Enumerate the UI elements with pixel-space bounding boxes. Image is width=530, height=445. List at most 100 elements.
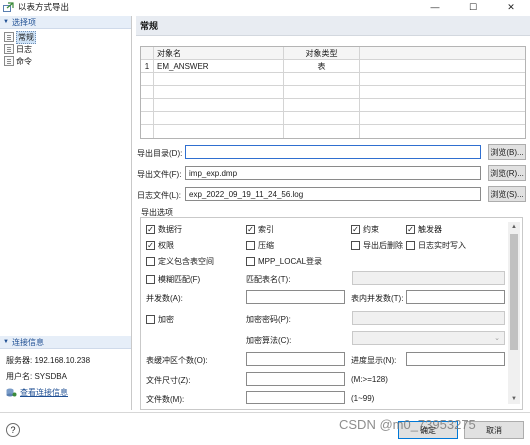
file-count-label: 文件数(M): (146, 395, 185, 404)
scroll-up-icon[interactable]: ▲ (508, 222, 520, 232)
close-button[interactable]: ✕ (492, 0, 530, 14)
checkbox-encrypt[interactable]: 加密 (146, 314, 174, 325)
progress-label: 进度显示(N): (351, 356, 397, 365)
view-connection-link[interactable]: 查看连接信息 (20, 387, 68, 398)
table-row[interactable]: 1 EM_ANSWER 表 (141, 60, 525, 73)
scroll-down-icon[interactable]: ▼ (508, 394, 520, 404)
checkbox-index[interactable]: ✓ 索引 (246, 224, 274, 235)
row-number: 1 (144, 62, 150, 71)
progress-input[interactable] (406, 352, 505, 366)
checkbox-label: MPP_LOCAL登录 (258, 257, 323, 266)
column-header-type[interactable]: 对象类型 (285, 47, 358, 60)
checkbox-fuzzy[interactable]: 模糊匹配(F) (146, 274, 200, 285)
log-file-input[interactable]: exp_2022_09_19_11_24_56.log (185, 187, 481, 201)
match-table-label: 匹配表名(T): (246, 275, 291, 284)
checkbox-label: 导出后删除 (363, 241, 403, 250)
database-icon (6, 388, 17, 397)
file-count-input[interactable] (246, 391, 345, 404)
table-row[interactable] (141, 99, 525, 112)
chevron-down-icon: ⌄ (494, 335, 500, 342)
scroll-thumb[interactable] (510, 234, 518, 350)
checkbox-compress[interactable]: 压缩 (246, 240, 274, 251)
watermark: CSDN @m0_73953275 (339, 417, 476, 432)
page-icon (4, 56, 14, 66)
parallel-input[interactable] (246, 290, 345, 304)
browse-dir-button[interactable]: 浏览(B)... (488, 144, 526, 160)
checkbox-box[interactable] (246, 257, 255, 266)
conn-section-header[interactable]: ▼ 连接信息 (0, 336, 131, 349)
checkbox-box[interactable]: ✓ (246, 225, 255, 234)
checkbox-trigger[interactable]: ✓ 触发器 (406, 224, 442, 235)
encrypt-password-input[interactable] (352, 311, 505, 325)
checkbox-log-realtime[interactable]: 日志实时写入 (406, 240, 466, 251)
browse-log-button[interactable]: 浏览(S)... (488, 186, 526, 202)
nav-item-label: 命令 (16, 56, 32, 66)
maximize-button[interactable]: ☐ (454, 0, 492, 14)
encrypt-password-label: 加密密码(P): (246, 315, 291, 324)
nav-item-command[interactable]: 命令 (0, 55, 131, 67)
checkbox-box[interactable] (406, 241, 415, 250)
log-file-label: 日志文件(L): (137, 191, 181, 200)
checkbox-drop-after[interactable]: 导出后删除 (351, 240, 403, 251)
nav-item-log[interactable]: 日志 (0, 43, 131, 55)
connection-info: ▼ 连接信息 服务器: 192.168.10.238 用户名: SYSDBA 查… (0, 336, 131, 400)
checkbox-box[interactable] (146, 275, 155, 284)
server-info: 服务器: 192.168.10.238 (6, 355, 91, 365)
checkbox-box[interactable] (351, 241, 360, 250)
column-divider (283, 47, 284, 138)
export-dir-input[interactable] (185, 145, 481, 159)
checkbox-grant[interactable]: ✓ 权限 (146, 240, 174, 251)
file-size-label: 文件尺寸(Z): (146, 376, 191, 385)
browse-file-button[interactable]: 浏览(R)... (488, 165, 526, 181)
encrypt-algorithm-label: 加密算法(C): (246, 336, 292, 345)
window-title: 以表方式导出 (18, 2, 70, 12)
checkbox-data-rows[interactable]: ✓ 数据行 (146, 224, 182, 235)
column-header-name[interactable]: 对象名 (155, 47, 283, 60)
checkbox-label: 权限 (158, 241, 174, 250)
help-icon[interactable]: ? (6, 423, 20, 437)
checkbox-mpp-local[interactable]: MPP_LOCAL登录 (246, 256, 322, 267)
collapse-arrow-icon[interactable]: ▼ (3, 19, 9, 25)
checkbox-box[interactable] (146, 257, 155, 266)
encrypt-algorithm-select[interactable]: ⌄ (352, 331, 505, 345)
table-parallel-input[interactable] (406, 290, 505, 304)
checkbox-box[interactable] (146, 315, 155, 324)
table-parallel-label: 表内并发数(T): (351, 294, 404, 303)
checkbox-box[interactable]: ✓ (406, 225, 415, 234)
export-file-input[interactable]: imp_exp.dmp (185, 166, 481, 180)
table-row[interactable] (141, 125, 525, 138)
nav-item-label: 日志 (16, 44, 32, 54)
checkbox-constraint[interactable]: ✓ 约束 (351, 224, 379, 235)
page-icon (4, 32, 14, 42)
table-row[interactable] (141, 73, 525, 86)
checkbox-box[interactable]: ✓ (146, 241, 155, 250)
export-file-label: 导出文件(F): (137, 170, 182, 179)
options-scrollbar[interactable]: ▲ ▼ (508, 222, 520, 404)
object-name-cell[interactable]: EM_ANSWER (155, 60, 283, 73)
buffer-count-input[interactable] (246, 352, 345, 366)
minimize-button[interactable]: — (416, 0, 454, 14)
file-size-input[interactable] (246, 372, 345, 386)
export-dir-label: 导出目录(D): (137, 149, 183, 158)
buffer-count-label: 表缓冲区个数(O): (146, 356, 208, 365)
column-divider (153, 47, 154, 138)
match-table-input[interactable] (352, 271, 505, 285)
checkbox-box[interactable] (246, 241, 255, 250)
file-count-hint: (1~99) (351, 394, 375, 403)
footer-divider (0, 412, 530, 413)
checkbox-label: 数据行 (158, 225, 182, 234)
checkbox-label: 索引 (258, 225, 274, 234)
object-table: 对象名 对象类型 1 EM_ANSWER 表 (140, 46, 526, 139)
checkbox-tablespace[interactable]: 定义包含表空间 (146, 256, 214, 267)
nav-item-general[interactable]: 常规 (0, 30, 131, 44)
select-section-label: 选择项 (11, 17, 36, 27)
table-row[interactable] (141, 86, 525, 99)
table-row[interactable] (141, 112, 525, 125)
select-section-header[interactable]: ▼ 选择项 (0, 16, 131, 29)
checkbox-box[interactable]: ✓ (351, 225, 360, 234)
panel-title: 常规 (136, 16, 530, 36)
checkbox-box[interactable]: ✓ (146, 225, 155, 234)
object-type-cell[interactable]: 表 (285, 60, 358, 73)
view-connection-row[interactable]: 查看连接信息 (0, 384, 131, 400)
collapse-arrow-icon[interactable]: ▼ (3, 339, 9, 345)
